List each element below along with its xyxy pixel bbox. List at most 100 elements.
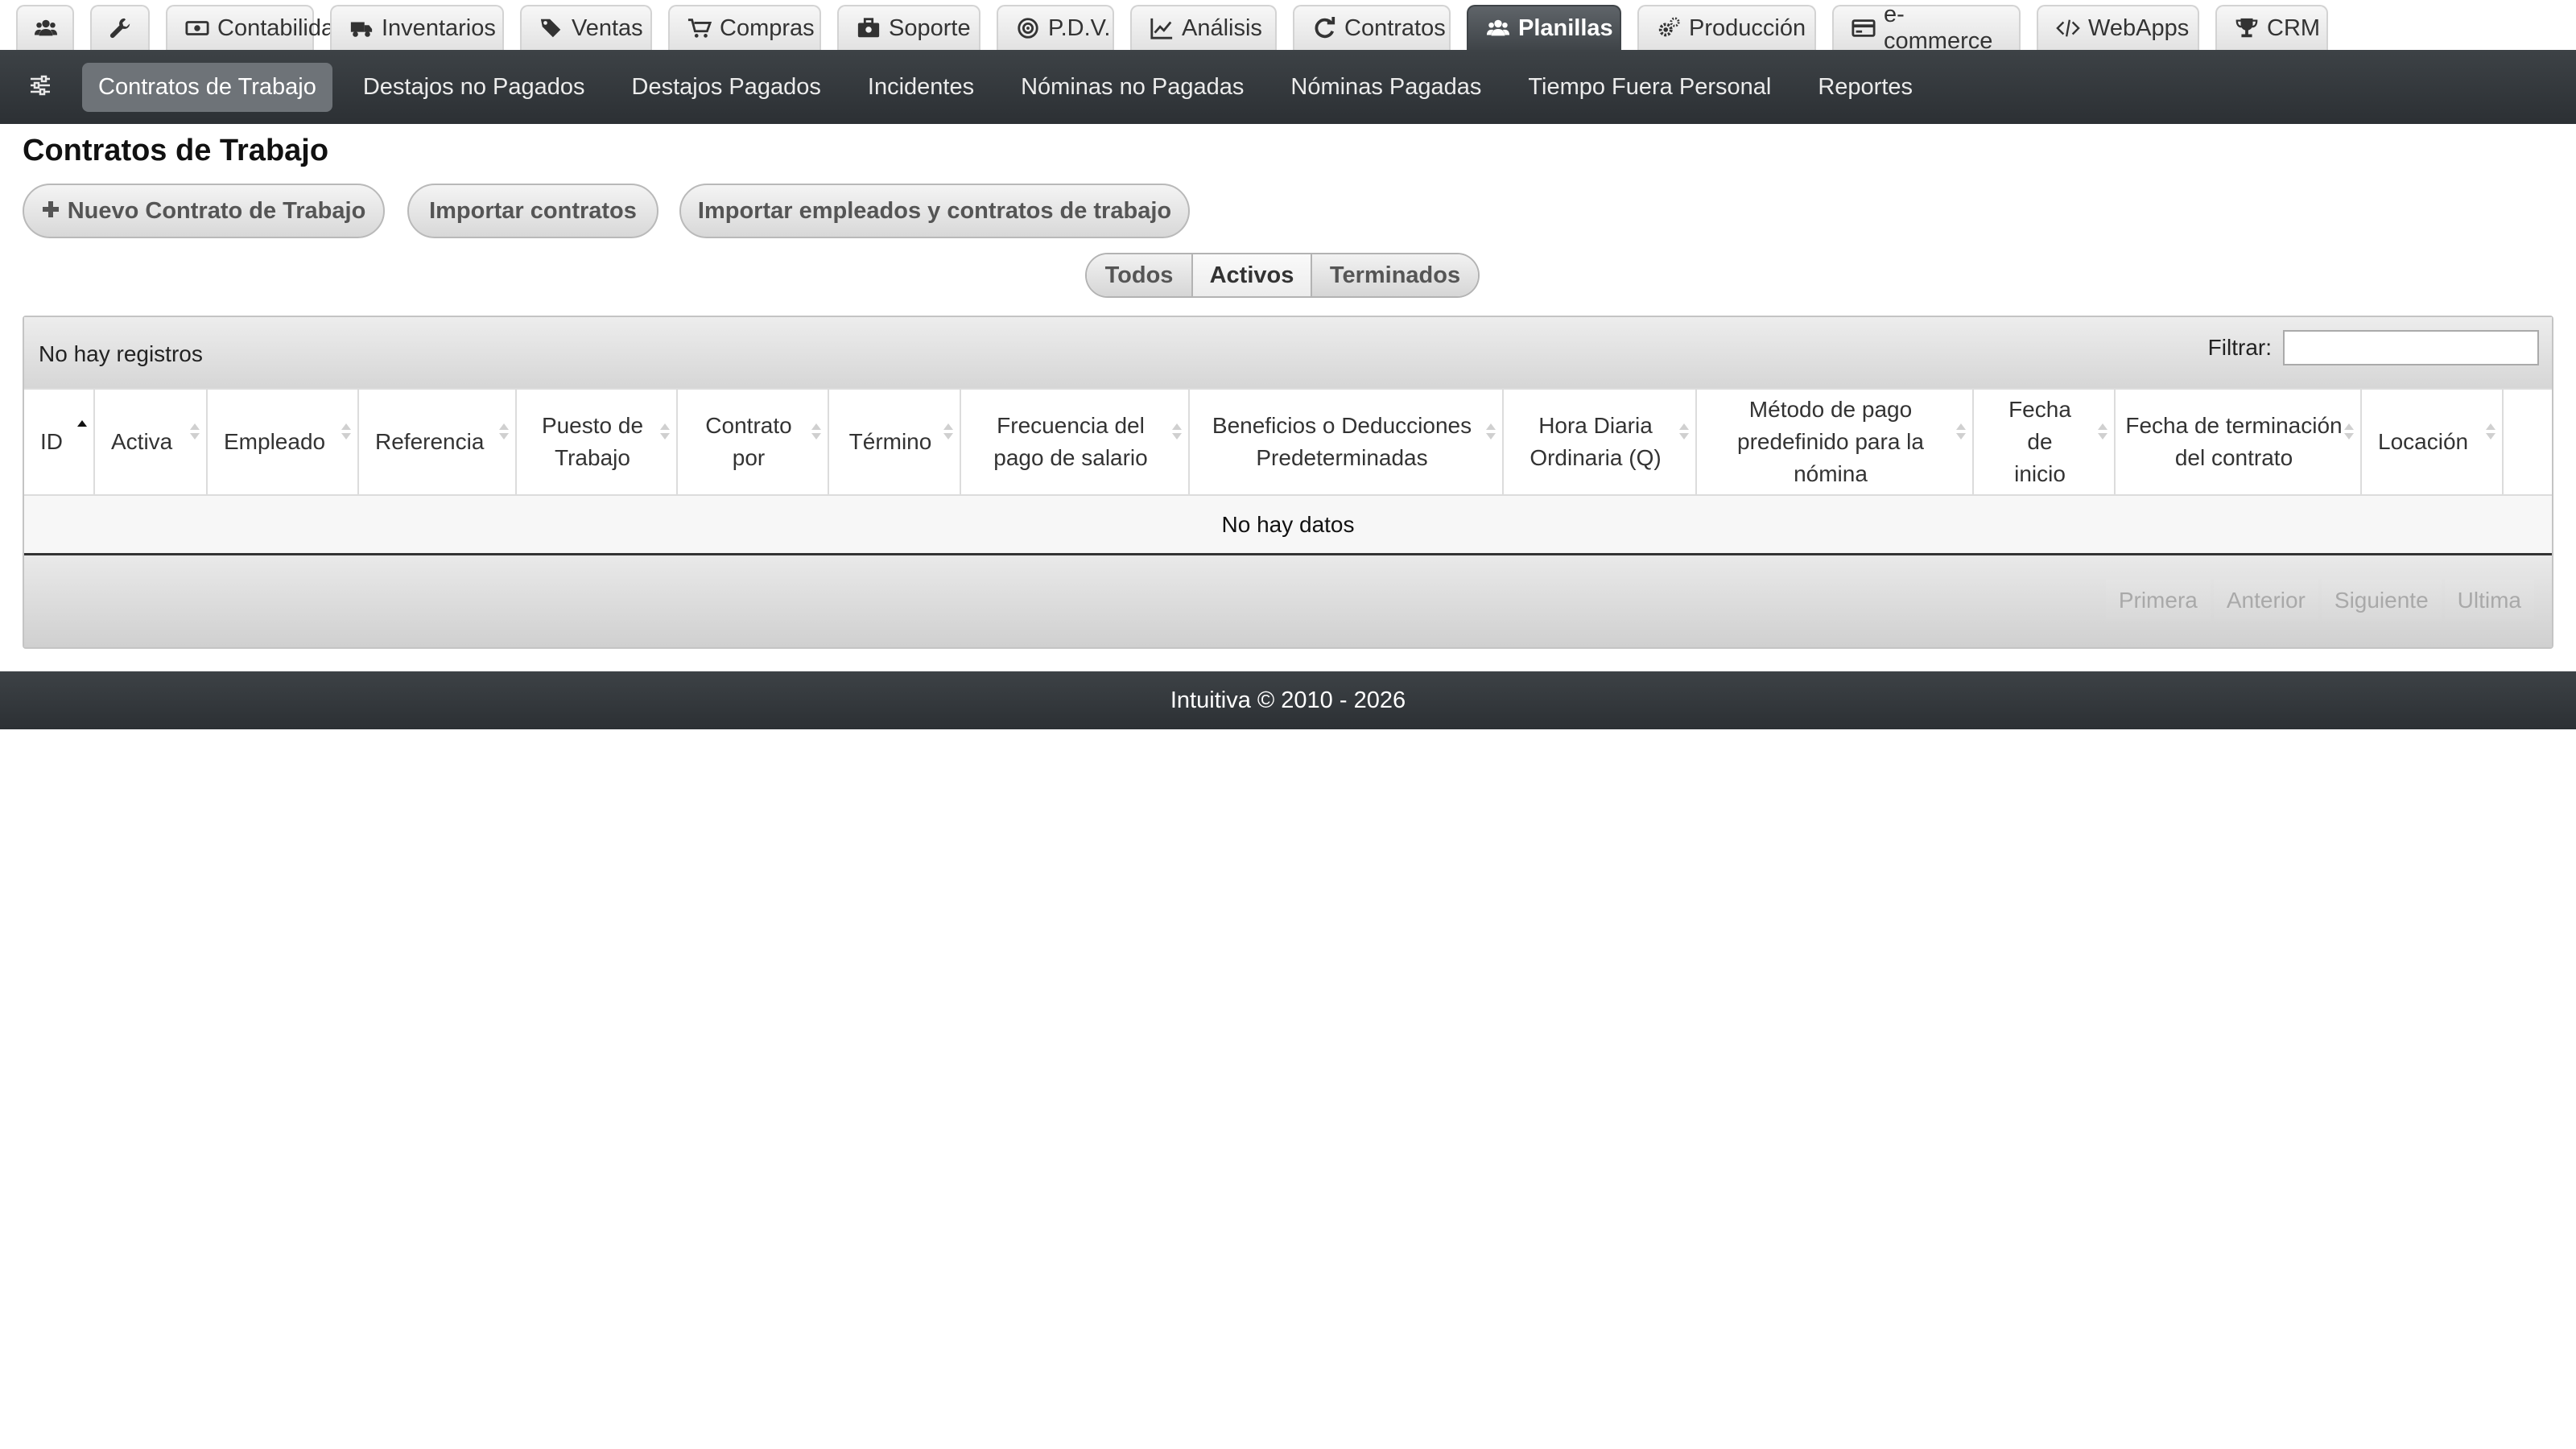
column-header-empleado[interactable]: Empleado <box>208 390 359 494</box>
tab-webapps[interactable]: WebApps <box>2037 5 2199 50</box>
tab-planillas[interactable]: Planillas <box>1467 5 1621 50</box>
column-header-locacion[interactable]: Locación <box>2362 390 2504 494</box>
column-header-label: Activa <box>111 429 173 454</box>
sub-nav-nominas-pagadas[interactable]: Nóminas Pagadas <box>1274 63 1497 112</box>
truck-icon <box>349 16 374 40</box>
column-header-beneficios-deducciones[interactable]: Beneficios o Deducciones Predeterminadas <box>1190 390 1504 494</box>
tab-soporte[interactable]: Soporte <box>837 5 980 50</box>
column-header-label: ID <box>40 429 63 454</box>
column-header-puesto-de-trabajo[interactable]: Puesto de Trabajo <box>517 390 678 494</box>
sort-icon <box>190 423 200 456</box>
column-header-activa[interactable]: Activa <box>95 390 208 494</box>
tab-label: Contabilidad <box>217 14 348 41</box>
tab-label: P.D.V. <box>1048 14 1111 41</box>
sub-nav-incidentes[interactable]: Incidentes <box>852 63 990 112</box>
sort-icon <box>499 423 509 456</box>
column-header-hora-diaria[interactable]: Hora Diaria Ordinaria (Q) <box>1504 390 1697 494</box>
page-footer: Intuitiva © 2010 - 2026 <box>0 671 2576 729</box>
gears-icon <box>1657 16 1681 40</box>
sub-nav-nominas-no-pagadas[interactable]: Nóminas no Pagadas <box>1005 63 1260 112</box>
tab-contabilidad[interactable]: Contabilidad <box>166 5 347 50</box>
tab-analisis[interactable]: Análisis <box>1130 5 1277 50</box>
column-header-id[interactable]: ID <box>24 390 95 494</box>
page-title: Contratos de Trabajo <box>23 134 329 167</box>
new-contract-label: Nuevo Contrato de Trabajo <box>67 197 366 224</box>
sub-nav-tiempo-fuera-personal[interactable]: Tiempo Fuera Personal <box>1512 63 1787 112</box>
pager-last-button[interactable]: Ultima <box>2444 580 2534 621</box>
sort-icon <box>1172 423 1182 456</box>
column-header-label: Referencia <box>375 429 485 454</box>
copyright-text: Intuitiva © 2010 - 2026 <box>1170 687 1406 713</box>
pager-first-button[interactable]: Primera <box>2105 580 2211 621</box>
tab-label: e-commerce <box>1884 2 1993 54</box>
sort-icon <box>943 423 953 456</box>
column-header-label: Puesto de Trabajo <box>541 413 644 470</box>
tab-label: Soporte <box>889 14 971 41</box>
filter-terminados-button[interactable]: Terminados <box>1312 254 1478 296</box>
filter-todos-button[interactable]: Todos <box>1087 254 1193 296</box>
trophy-icon <box>2235 16 2259 40</box>
records-info: No hay registros <box>39 341 203 366</box>
sub-navigation: Contratos de Trabajo Destajos no Pagados… <box>0 50 2576 124</box>
tab-ventas[interactable]: Ventas <box>520 5 652 50</box>
wrench-icon <box>108 16 132 40</box>
sub-nav-destajos-no-pagados[interactable]: Destajos no Pagados <box>347 63 601 112</box>
tab-home-users[interactable] <box>16 5 74 50</box>
tab-label: CRM <box>2267 14 2321 41</box>
tab-ecommerce[interactable]: e-commerce <box>1832 2 2021 54</box>
sub-nav-contratos-de-trabajo[interactable]: Contratos de Trabajo <box>82 62 332 112</box>
column-header-filler <box>2504 390 2552 494</box>
column-header-frecuencia-pago[interactable]: Frecuencia del pago de salario <box>961 390 1190 494</box>
tab-label: Producción <box>1689 14 1806 41</box>
sort-icon <box>660 423 670 456</box>
pagination: Primera Anterior Siguiente Ultima <box>2105 580 2534 621</box>
sort-icon <box>1679 423 1689 456</box>
table-toolbar: No hay registros Filtrar: <box>24 317 2552 388</box>
tab-produccion[interactable]: Producción <box>1637 5 1816 50</box>
tab-crm[interactable]: CRM <box>2215 5 2328 50</box>
briefcase-icon <box>857 16 881 40</box>
sub-nav-reportes[interactable]: Reportes <box>1802 63 1929 112</box>
import-contracts-button[interactable]: Importar contratos <box>407 184 658 238</box>
sort-icon <box>2344 423 2354 456</box>
column-header-label: Locación <box>2378 429 2469 454</box>
table-header-row: ID Activa Empleado Referencia Puesto de … <box>24 388 2552 494</box>
column-header-contrato-por[interactable]: Contrato por <box>678 390 829 494</box>
pager-previous-button[interactable]: Anterior <box>2213 580 2318 621</box>
filter-label: Filtrar: <box>2207 335 2272 360</box>
tab-label: WebApps <box>2088 14 2190 41</box>
column-header-label: Contrato por <box>705 413 792 470</box>
column-header-referencia[interactable]: Referencia <box>359 390 517 494</box>
column-header-fecha-inicio[interactable]: Fecha de inicio <box>1974 390 2116 494</box>
column-header-label: Término <box>848 429 932 454</box>
tab-contratos[interactable]: Contratos <box>1293 5 1451 50</box>
filter-input[interactable] <box>2283 330 2539 365</box>
chart-icon <box>1150 16 1174 40</box>
tab-pdv[interactable]: P.D.V. <box>997 5 1114 50</box>
tab-inventarios[interactable]: Inventarios <box>330 5 504 50</box>
column-header-label: Beneficios o Deducciones Predeterminadas <box>1212 413 1472 470</box>
new-contract-button[interactable]: Nuevo Contrato de Trabajo <box>23 184 385 238</box>
column-header-termino[interactable]: Término <box>829 390 961 494</box>
pager-next-button[interactable]: Siguiente <box>2321 580 2442 621</box>
tags-icon <box>539 16 564 40</box>
tab-label: Análisis <box>1182 14 1262 41</box>
column-header-label: Frecuencia del pago de salario <box>993 413 1148 470</box>
filter-activos-button[interactable]: Activos <box>1193 254 1312 296</box>
tab-settings[interactable] <box>90 5 150 50</box>
column-header-metodo-pago[interactable]: Método de pago predefinido para la nómin… <box>1697 390 1974 494</box>
contracts-table-panel: No hay registros Filtrar: ID Activa Empl… <box>23 316 2553 649</box>
sub-nav-destajos-pagados[interactable]: Destajos Pagados <box>616 63 837 112</box>
column-header-label: Fecha de inicio <box>2008 397 2071 486</box>
cart-icon <box>687 16 712 40</box>
import-employees-contracts-button[interactable]: Importar empleados y contratos de trabaj… <box>679 184 1190 238</box>
module-tabs: Contabilidad Inventarios Ventas Compras … <box>0 0 2576 54</box>
tab-label: Planillas <box>1518 14 1613 41</box>
sidebar-toggle-button[interactable] <box>24 71 56 103</box>
tab-compras[interactable]: Compras <box>668 5 821 50</box>
code-icon <box>2056 16 2080 40</box>
tab-label: Contratos <box>1344 14 1446 41</box>
column-header-fecha-terminacion[interactable]: Fecha de terminación del contrato <box>2116 390 2362 494</box>
sort-icon <box>811 423 821 456</box>
sort-icon <box>341 423 351 456</box>
